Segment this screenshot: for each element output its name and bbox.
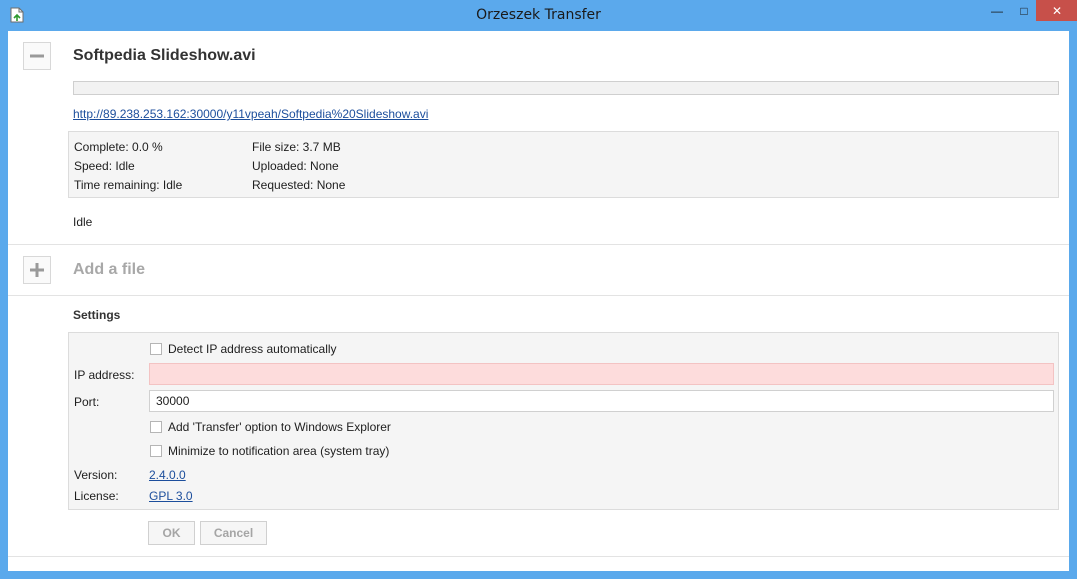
detect-ip-checkbox[interactable] bbox=[150, 343, 162, 355]
detect-ip-label[interactable]: Detect IP address automatically bbox=[168, 342, 337, 356]
transfer-status: Idle bbox=[73, 215, 93, 229]
divider bbox=[8, 556, 1069, 557]
app-window: Orzeszek Transfer — □ ✕ Softpedia Slides… bbox=[0, 0, 1077, 579]
speed-text: Speed: Idle bbox=[74, 159, 135, 173]
transfer-progress-bar bbox=[73, 81, 1059, 95]
ip-address-label: IP address: bbox=[74, 368, 135, 382]
minus-icon bbox=[30, 54, 44, 58]
transfer-url-link[interactable]: http://89.238.253.162:30000/y11vpeah/Sof… bbox=[73, 107, 428, 121]
port-label: Port: bbox=[74, 395, 100, 409]
plus-icon bbox=[30, 263, 44, 277]
minimize-icon: — bbox=[991, 4, 1003, 18]
tray-option-label[interactable]: Minimize to notification area (system tr… bbox=[168, 444, 389, 458]
close-icon: ✕ bbox=[1051, 3, 1063, 18]
version-link[interactable]: 2.4.0.0 bbox=[149, 468, 186, 482]
title-bar[interactable]: Orzeszek Transfer — □ ✕ bbox=[0, 0, 1077, 31]
settings-heading: Settings bbox=[73, 308, 121, 322]
minimize-button[interactable]: — bbox=[983, 0, 1011, 22]
explorer-option-label[interactable]: Add 'Transfer' option to Windows Explore… bbox=[168, 420, 391, 434]
license-label: License: bbox=[74, 489, 119, 503]
cancel-button[interactable]: Cancel bbox=[200, 521, 267, 545]
version-label: Version: bbox=[74, 468, 118, 482]
requested-text: Requested: None bbox=[252, 178, 346, 192]
uploaded-text: Uploaded: None bbox=[252, 159, 339, 173]
add-file-label[interactable]: Add a file bbox=[73, 261, 145, 279]
explorer-option-checkbox[interactable] bbox=[150, 421, 162, 433]
transfer-info-panel: Complete: 0.0 % Speed: Idle Time remaini… bbox=[68, 131, 1059, 198]
window-title: Orzeszek Transfer bbox=[476, 7, 601, 23]
file-name: Softpedia Slideshow.avi bbox=[73, 47, 256, 64]
maximize-icon: □ bbox=[1020, 4, 1028, 18]
file-size-text: File size: 3.7 MB bbox=[252, 140, 341, 154]
add-file-button[interactable] bbox=[23, 256, 51, 284]
main-panel: Softpedia Slideshow.avi http://89.238.25… bbox=[8, 31, 1069, 571]
complete-text: Complete: 0.0 % bbox=[74, 140, 163, 154]
tray-option-checkbox[interactable] bbox=[150, 445, 162, 457]
collapse-button[interactable] bbox=[23, 42, 51, 70]
time-remaining-text: Time remaining: Idle bbox=[74, 178, 183, 192]
ok-button[interactable]: OK bbox=[148, 521, 195, 545]
divider bbox=[8, 244, 1069, 245]
port-input[interactable] bbox=[149, 390, 1054, 412]
license-link[interactable]: GPL 3.0 bbox=[149, 489, 193, 503]
close-button[interactable]: ✕ bbox=[1036, 0, 1077, 21]
maximize-button[interactable]: □ bbox=[1010, 0, 1038, 22]
divider bbox=[8, 295, 1069, 296]
settings-panel: Detect IP address automatically IP addre… bbox=[68, 332, 1059, 510]
ip-address-input[interactable] bbox=[149, 363, 1054, 385]
